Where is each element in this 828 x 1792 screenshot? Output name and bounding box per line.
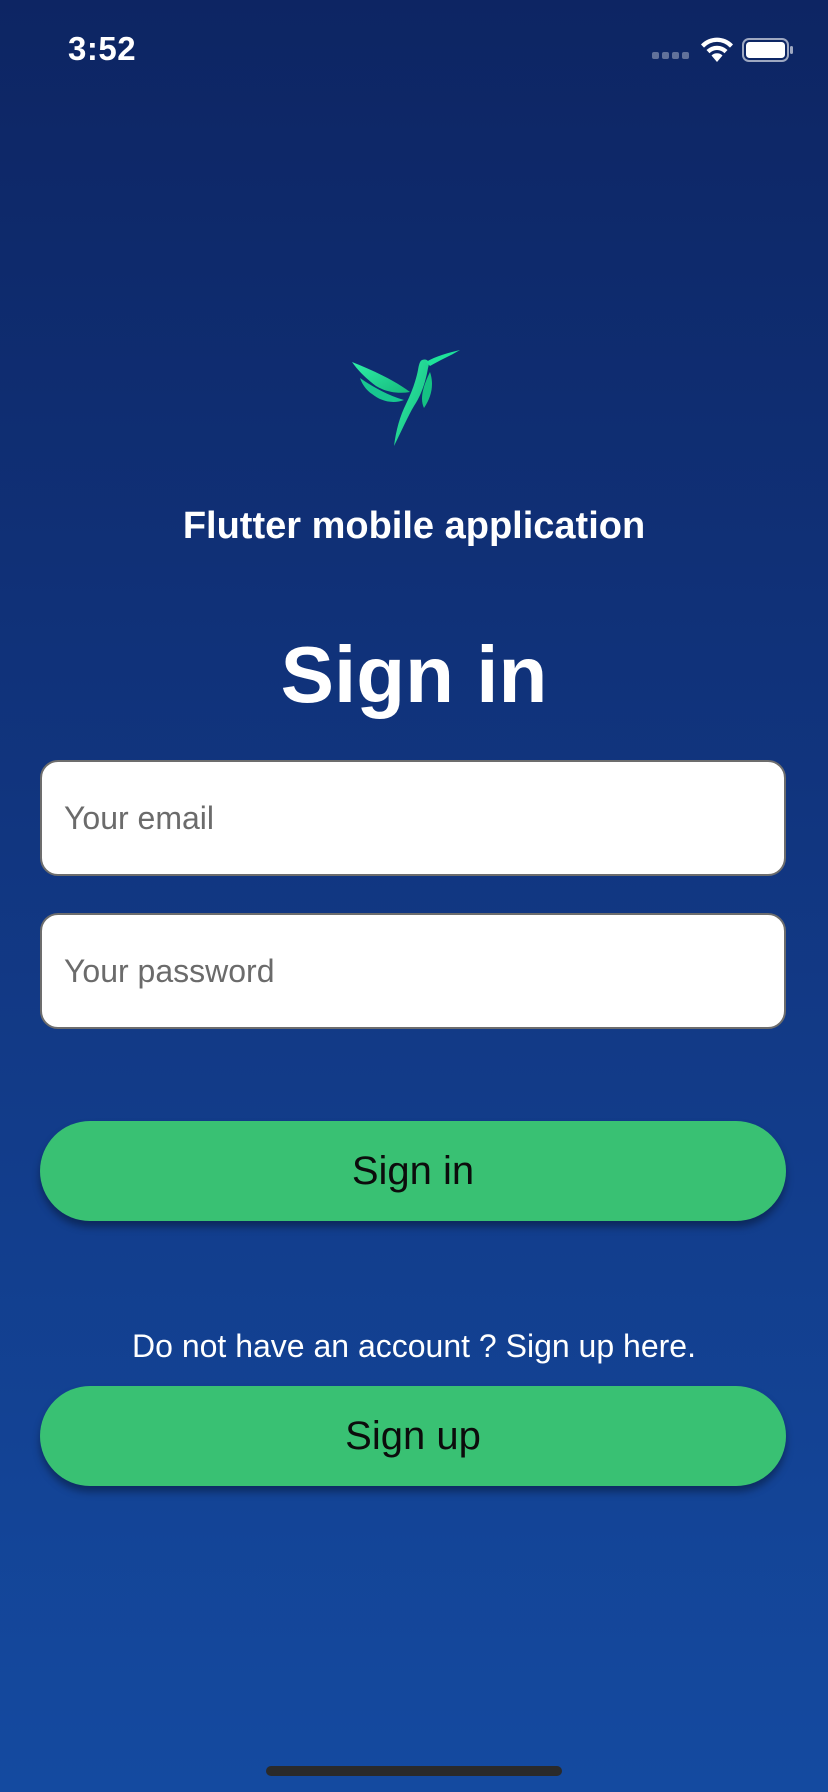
home-indicator[interactable] xyxy=(266,1766,562,1776)
signal-icon xyxy=(652,52,689,59)
email-field[interactable] xyxy=(42,762,784,874)
status-time: 3:52 xyxy=(68,30,137,67)
email-field-container xyxy=(40,760,786,876)
password-field[interactable] xyxy=(42,915,784,1027)
page-title: Sign in xyxy=(280,630,548,719)
password-field-container xyxy=(40,913,786,1029)
hummingbird-logo-icon xyxy=(352,350,460,446)
sign-up-prompt: Do not have an account ? Sign up here. xyxy=(132,1328,696,1364)
battery-icon xyxy=(742,38,793,62)
status-bar: 3:52 xyxy=(0,0,828,100)
sign-in-button[interactable]: Sign in xyxy=(40,1121,786,1221)
app-title: Flutter mobile application xyxy=(182,505,646,547)
sign-up-button[interactable]: Sign up xyxy=(40,1386,786,1486)
wifi-icon xyxy=(701,37,733,62)
